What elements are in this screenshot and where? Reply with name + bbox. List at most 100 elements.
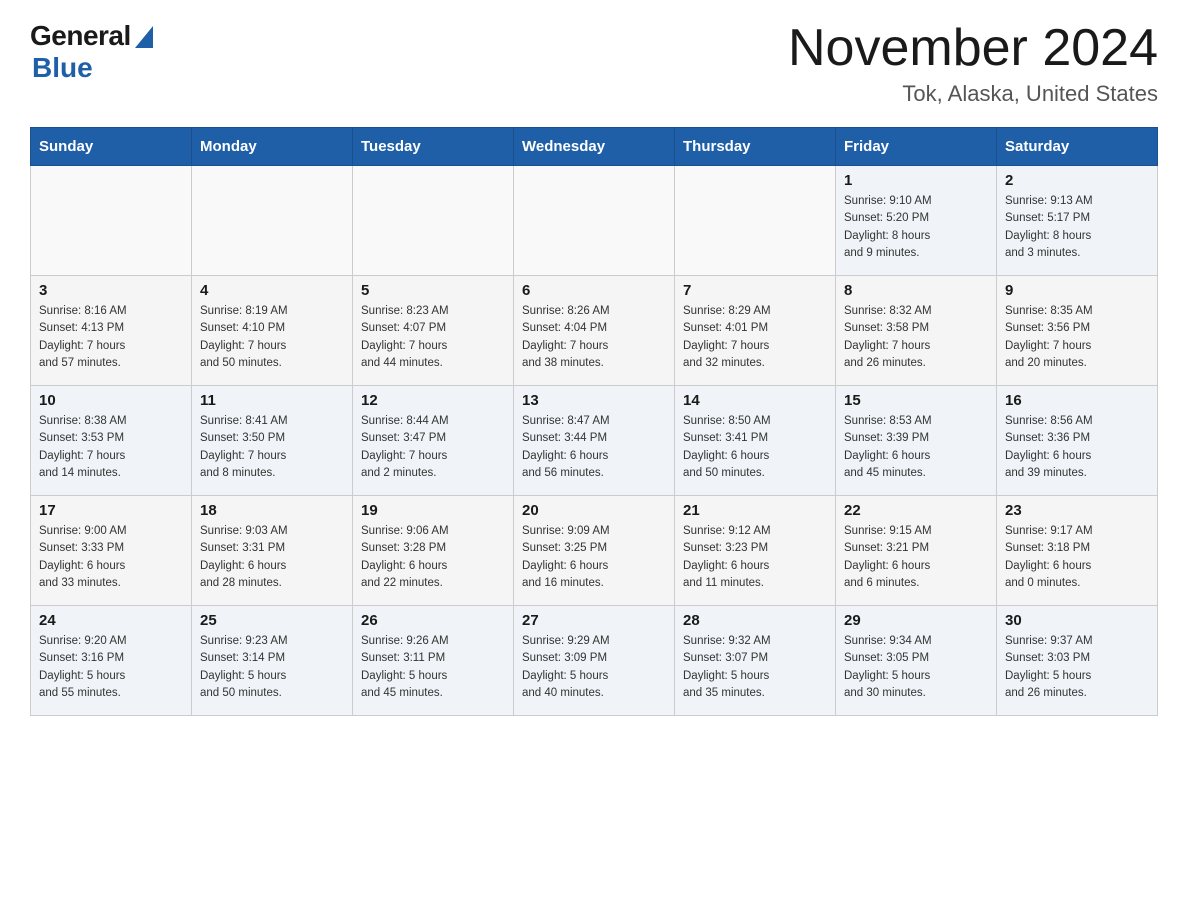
day-number: 8: [844, 282, 988, 299]
calendar-week-row: 10 Sunrise: 8:38 AMSunset: 3:53 PMDayligh…: [31, 386, 1158, 496]
location-title: Tok, Alaska, United States: [788, 81, 1158, 107]
calendar-cell: 14 Sunrise: 8:50 AMSunset: 3:41 PMDayligh…: [675, 386, 836, 496]
calendar-cell: 1 Sunrise: 9:10 AMSunset: 5:20 PMDaylight…: [836, 166, 997, 276]
day-number: 10: [39, 392, 183, 409]
calendar-cell: 29 Sunrise: 9:34 AMSunset: 3:05 PMDayligh…: [836, 606, 997, 716]
day-number: 15: [844, 392, 988, 409]
day-number: 16: [1005, 392, 1149, 409]
column-header-tuesday: Tuesday: [353, 128, 514, 166]
day-info: Sunrise: 8:29 AMSunset: 4:01 PMDaylight:…: [683, 303, 827, 372]
column-header-monday: Monday: [192, 128, 353, 166]
calendar-cell: 20 Sunrise: 9:09 AMSunset: 3:25 PMDayligh…: [514, 496, 675, 606]
calendar-cell: 15 Sunrise: 8:53 AMSunset: 3:39 PMDayligh…: [836, 386, 997, 496]
calendar-week-row: 17Sunrise: 9:00 AMSunset: 3:33 PMDayligh…: [31, 496, 1158, 606]
day-number: 12: [361, 392, 505, 409]
day-info: Sunrise: 8:53 AMSunset: 3:39 PMDaylight:…: [844, 413, 988, 482]
column-header-sunday: Sunday: [31, 128, 192, 166]
calendar-cell: 6 Sunrise: 8:26 AMSunset: 4:04 PMDaylight…: [514, 276, 675, 386]
day-info: Sunrise: 8:50 AMSunset: 3:41 PMDaylight:…: [683, 413, 827, 482]
calendar-week-row: 3 Sunrise: 8:16 AMSunset: 4:13 PMDaylight…: [31, 276, 1158, 386]
day-number: 13: [522, 392, 666, 409]
calendar-table: SundayMondayTuesdayWednesdayThursdayFrid…: [30, 127, 1158, 716]
day-number: 21: [683, 502, 827, 519]
logo-general-text: General: [30, 20, 131, 52]
day-info: Sunrise: 9:10 AMSunset: 5:20 PMDaylight:…: [844, 193, 988, 262]
day-number: 26: [361, 612, 505, 629]
day-info: Sunrise: 9:23 AMSunset: 3:14 PMDaylight:…: [200, 633, 344, 702]
day-number: 3: [39, 282, 183, 299]
calendar-cell: 4 Sunrise: 8:19 AMSunset: 4:10 PMDaylight…: [192, 276, 353, 386]
calendar-cell: 30 Sunrise: 9:37 AMSunset: 3:03 PMDayligh…: [997, 606, 1158, 716]
day-info: Sunrise: 8:32 AMSunset: 3:58 PMDaylight:…: [844, 303, 988, 372]
day-number: 9: [1005, 282, 1149, 299]
calendar-cell: [514, 166, 675, 276]
day-info: Sunrise: 9:26 AMSunset: 3:11 PMDaylight:…: [361, 633, 505, 702]
day-number: 25: [200, 612, 344, 629]
calendar-cell: 10 Sunrise: 8:38 AMSunset: 3:53 PMDayligh…: [31, 386, 192, 496]
calendar-cell: 5 Sunrise: 8:23 AMSunset: 4:07 PMDaylight…: [353, 276, 514, 386]
day-number: 18: [200, 502, 344, 519]
day-info: Sunrise: 9:13 AMSunset: 5:17 PMDaylight:…: [1005, 193, 1149, 262]
day-number: 1: [844, 172, 988, 189]
day-info: Sunrise: 9:15 AMSunset: 3:21 PMDaylight:…: [844, 523, 988, 592]
calendar-cell: 25 Sunrise: 9:23 AMSunset: 3:14 PMDayligh…: [192, 606, 353, 716]
month-title: November 2024: [788, 20, 1158, 77]
logo-triangle-icon: [135, 26, 153, 48]
day-number: 29: [844, 612, 988, 629]
calendar-cell: 3 Sunrise: 8:16 AMSunset: 4:13 PMDaylight…: [31, 276, 192, 386]
day-info: Sunrise: 8:41 AMSunset: 3:50 PMDaylight:…: [200, 413, 344, 482]
calendar-cell: 12 Sunrise: 8:44 AMSunset: 3:47 PMDayligh…: [353, 386, 514, 496]
day-number: 28: [683, 612, 827, 629]
day-info: Sunrise: 8:38 AMSunset: 3:53 PMDaylight:…: [39, 413, 183, 482]
day-info: Sunrise: 9:03 AMSunset: 3:31 PMDaylight:…: [200, 523, 344, 592]
day-info: Sunrise: 8:16 AMSunset: 4:13 PMDaylight:…: [39, 303, 183, 372]
logo: General Blue: [30, 20, 153, 84]
day-number: 24: [39, 612, 183, 629]
logo-blue-text: Blue: [32, 52, 93, 84]
day-info: Sunrise: 9:00 AMSunset: 3:33 PMDaylight:…: [39, 523, 183, 592]
day-info: Sunrise: 9:37 AMSunset: 3:03 PMDaylight:…: [1005, 633, 1149, 702]
calendar-cell: 9Sunrise: 8:35 AMSunset: 3:56 PMDaylight…: [997, 276, 1158, 386]
calendar-cell: 22Sunrise: 9:15 AMSunset: 3:21 PMDayligh…: [836, 496, 997, 606]
day-number: 14: [683, 392, 827, 409]
day-info: Sunrise: 8:23 AMSunset: 4:07 PMDaylight:…: [361, 303, 505, 372]
column-header-friday: Friday: [836, 128, 997, 166]
calendar-cell: [353, 166, 514, 276]
calendar-cell: 2 Sunrise: 9:13 AMSunset: 5:17 PMDaylight…: [997, 166, 1158, 276]
day-info: Sunrise: 8:19 AMSunset: 4:10 PMDaylight:…: [200, 303, 344, 372]
calendar-cell: 16Sunrise: 8:56 AMSunset: 3:36 PMDayligh…: [997, 386, 1158, 496]
day-number: 2: [1005, 172, 1149, 189]
day-number: 4: [200, 282, 344, 299]
day-info: Sunrise: 9:20 AMSunset: 3:16 PMDaylight:…: [39, 633, 183, 702]
calendar-cell: 11 Sunrise: 8:41 AMSunset: 3:50 PMDayligh…: [192, 386, 353, 496]
calendar-cell: 27Sunrise: 9:29 AMSunset: 3:09 PMDayligh…: [514, 606, 675, 716]
calendar-cell: 7Sunrise: 8:29 AMSunset: 4:01 PMDaylight…: [675, 276, 836, 386]
day-number: 20: [522, 502, 666, 519]
calendar-cell: 24 Sunrise: 9:20 AMSunset: 3:16 PMDayligh…: [31, 606, 192, 716]
day-info: Sunrise: 9:09 AMSunset: 3:25 PMDaylight:…: [522, 523, 666, 592]
title-area: November 2024 Tok, Alaska, United States: [788, 20, 1158, 107]
day-number: 5: [361, 282, 505, 299]
day-info: Sunrise: 8:26 AMSunset: 4:04 PMDaylight:…: [522, 303, 666, 372]
calendar-cell: 23 Sunrise: 9:17 AMSunset: 3:18 PMDayligh…: [997, 496, 1158, 606]
column-header-thursday: Thursday: [675, 128, 836, 166]
day-info: Sunrise: 8:47 AMSunset: 3:44 PMDaylight:…: [522, 413, 666, 482]
day-number: 11: [200, 392, 344, 409]
day-number: 6: [522, 282, 666, 299]
day-info: Sunrise: 9:06 AMSunset: 3:28 PMDaylight:…: [361, 523, 505, 592]
day-number: 27: [522, 612, 666, 629]
calendar-cell: 28Sunrise: 9:32 AMSunset: 3:07 PMDayligh…: [675, 606, 836, 716]
page-header: General Blue November 2024 Tok, Alaska, …: [30, 20, 1158, 107]
day-number: 23: [1005, 502, 1149, 519]
calendar-cell: 17Sunrise: 9:00 AMSunset: 3:33 PMDayligh…: [31, 496, 192, 606]
calendar-cell: 19Sunrise: 9:06 AMSunset: 3:28 PMDayligh…: [353, 496, 514, 606]
calendar-cell: 13 Sunrise: 8:47 AMSunset: 3:44 PMDayligh…: [514, 386, 675, 496]
day-info: Sunrise: 9:12 AMSunset: 3:23 PMDaylight:…: [683, 523, 827, 592]
calendar-cell: 8 Sunrise: 8:32 AMSunset: 3:58 PMDaylight…: [836, 276, 997, 386]
calendar-week-row: 24 Sunrise: 9:20 AMSunset: 3:16 PMDayligh…: [31, 606, 1158, 716]
calendar-cell: 21 Sunrise: 9:12 AMSunset: 3:23 PMDayligh…: [675, 496, 836, 606]
day-info: Sunrise: 8:44 AMSunset: 3:47 PMDaylight:…: [361, 413, 505, 482]
day-info: Sunrise: 9:17 AMSunset: 3:18 PMDaylight:…: [1005, 523, 1149, 592]
day-number: 30: [1005, 612, 1149, 629]
day-info: Sunrise: 9:34 AMSunset: 3:05 PMDaylight:…: [844, 633, 988, 702]
